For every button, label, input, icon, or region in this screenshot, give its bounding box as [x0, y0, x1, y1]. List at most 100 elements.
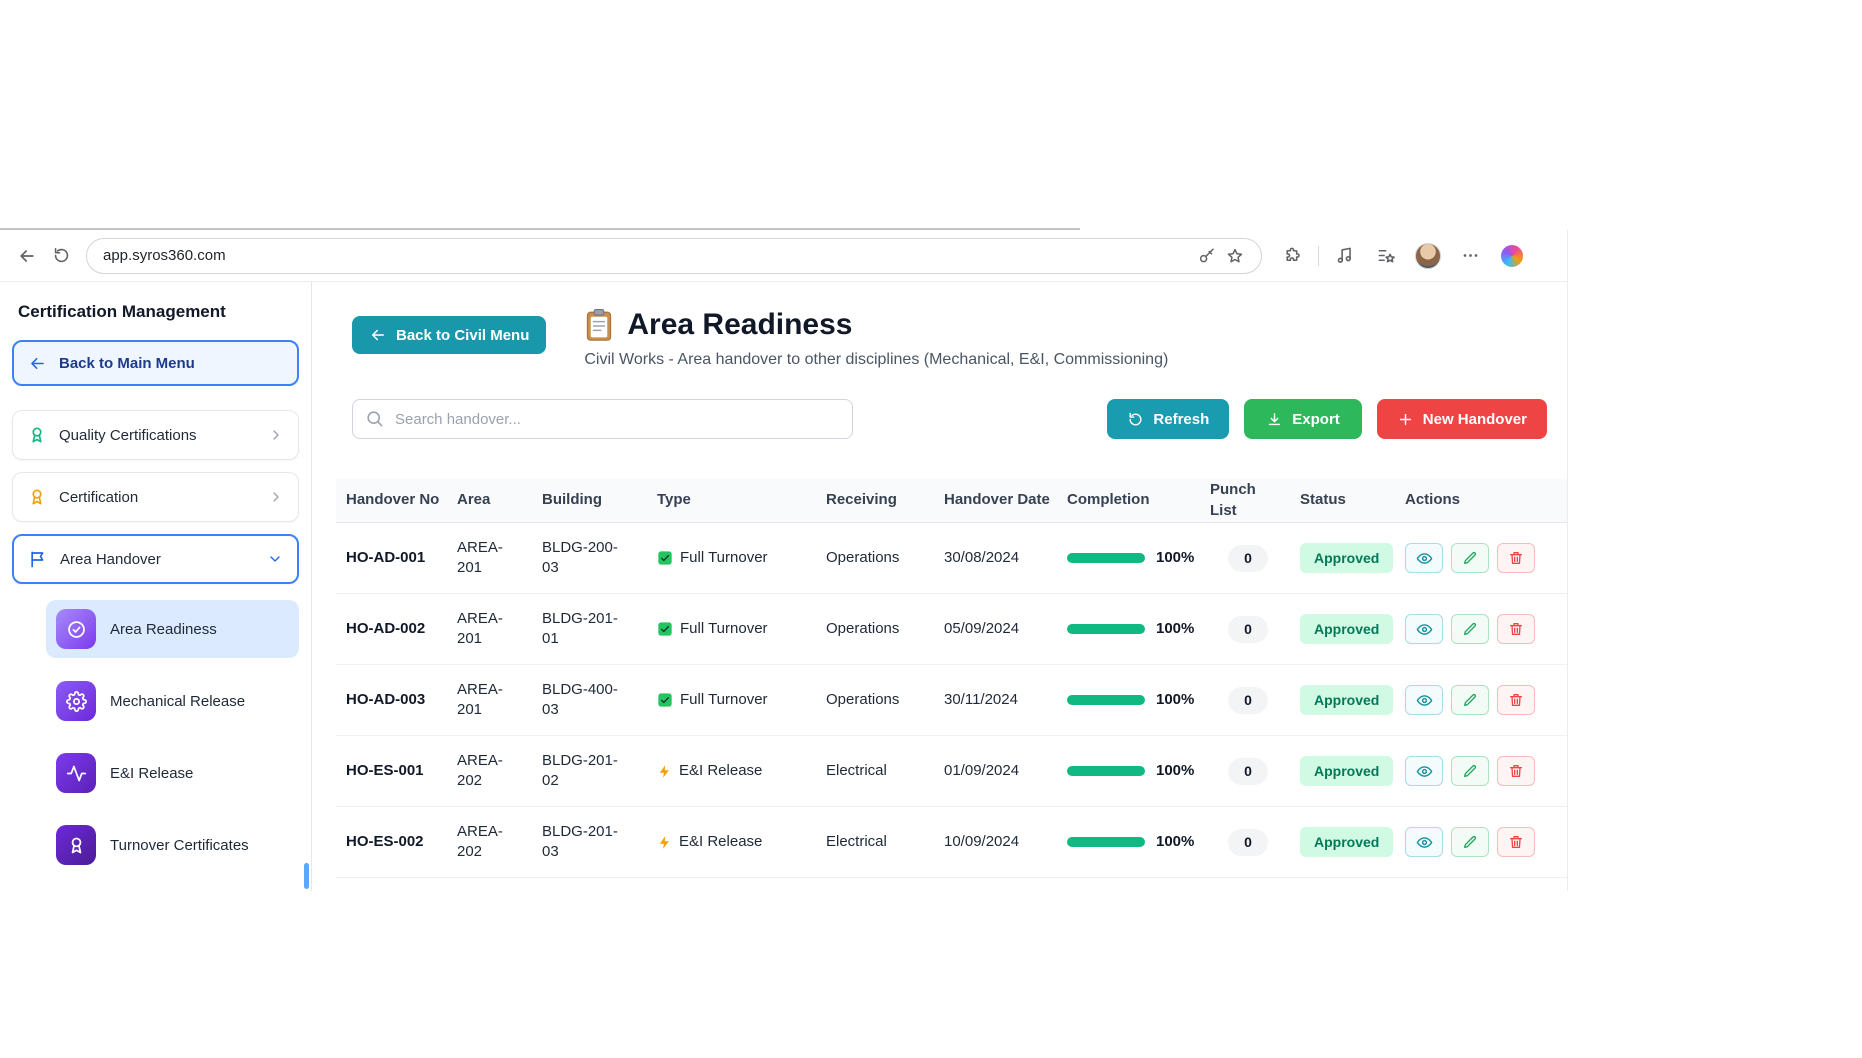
status-badge: Approved	[1300, 827, 1393, 858]
delete-button[interactable]	[1497, 614, 1535, 644]
handover-no: HO-ES-001	[336, 761, 449, 781]
back-to-main-menu-button[interactable]: Back to Main Menu	[12, 340, 299, 386]
area-cell: AREA-201	[449, 680, 509, 721]
password-key-button[interactable]	[1193, 242, 1221, 270]
trash-icon	[1508, 692, 1524, 708]
status-cell: Approved	[1292, 827, 1397, 858]
date-cell: 30/11/2024	[936, 690, 1059, 710]
status-cell: Approved	[1292, 685, 1397, 716]
refresh-button[interactable]: Refresh	[1107, 399, 1229, 439]
eye-icon	[1416, 834, 1433, 851]
sidebar-item-certification[interactable]: Certification	[12, 472, 299, 522]
view-button[interactable]	[1405, 756, 1443, 786]
table-row: HO-ES-002 AREA-202 BLDG-201-03 E&I Relea…	[336, 807, 1567, 878]
handover-no: HO-AD-003	[336, 690, 449, 710]
award-icon	[27, 425, 47, 445]
sidebar: Certification Management Back to Main Me…	[0, 282, 312, 891]
date-cell: 05/09/2024	[936, 619, 1059, 639]
edit-button[interactable]	[1451, 614, 1489, 644]
sidebar-scrollbar[interactable]	[304, 863, 309, 889]
edit-button[interactable]	[1451, 827, 1489, 857]
date-cell: 10/09/2024	[936, 832, 1059, 852]
sidebar-subitem-ei-release[interactable]: E&I Release	[46, 744, 299, 802]
check-square-icon	[657, 692, 673, 708]
copilot-button[interactable]	[1495, 239, 1529, 273]
col-type: Type	[649, 490, 818, 510]
arrow-left-icon	[17, 246, 37, 266]
pencil-icon	[1462, 621, 1478, 637]
edit-button[interactable]	[1451, 543, 1489, 573]
sidebar-item-label: Area Handover	[60, 551, 255, 568]
sidebar-item-quality-certifications[interactable]: Quality Certifications	[12, 410, 299, 460]
delete-button[interactable]	[1497, 543, 1535, 573]
view-button[interactable]	[1405, 614, 1443, 644]
completion-cell: 100%	[1059, 548, 1202, 568]
page-subtitle: Civil Works - Area handover to other dis…	[584, 351, 1168, 369]
delete-button[interactable]	[1497, 685, 1535, 715]
progress-bar	[1067, 837, 1145, 847]
browser-back-button[interactable]	[10, 239, 44, 273]
check-square-icon	[657, 550, 673, 566]
status-badge: Approved	[1300, 543, 1393, 574]
check-square-icon	[657, 621, 673, 637]
area-cell: AREA-202	[449, 751, 509, 792]
music-note-icon	[1335, 246, 1354, 265]
title-block: Area Readiness Civil Works - Area handov…	[584, 308, 1168, 369]
sidebar-subitem-turnover-certificates[interactable]: Turnover Certificates	[46, 816, 299, 874]
delete-button[interactable]	[1497, 756, 1535, 786]
completion-value: 100%	[1156, 619, 1194, 639]
page-title: Area Readiness	[627, 308, 852, 342]
sidebar-item-label: Certification	[59, 489, 256, 506]
completion-value: 100%	[1156, 548, 1194, 568]
chevron-down-icon	[267, 551, 283, 567]
view-button[interactable]	[1405, 685, 1443, 715]
check-circle-icon	[56, 609, 96, 649]
edit-button[interactable]	[1451, 685, 1489, 715]
download-icon	[1266, 411, 1283, 428]
type-label: E&I Release	[679, 832, 762, 852]
sidebar-item-area-handover[interactable]: Area Handover	[12, 534, 299, 584]
favorites-list-icon	[1377, 246, 1396, 265]
actions-cell	[1397, 614, 1567, 644]
date-cell: 30/08/2024	[936, 548, 1059, 568]
sidebar-subitem-area-readiness[interactable]: Area Readiness	[46, 600, 299, 658]
search-input[interactable]	[352, 399, 853, 439]
edit-button[interactable]	[1451, 756, 1489, 786]
award-icon	[27, 487, 47, 507]
action-buttons: Refresh Export New Handover	[1107, 399, 1547, 439]
url-text[interactable]: app.syros360.com	[103, 247, 1193, 264]
type-cell: Full Turnover	[649, 619, 818, 639]
view-button[interactable]	[1405, 827, 1443, 857]
back-to-main-menu-label: Back to Main Menu	[59, 355, 195, 372]
controls-bar: Refresh Export New Handover	[352, 399, 1567, 439]
punch-cell: 0	[1202, 758, 1292, 785]
address-bar[interactable]: app.syros360.com	[86, 238, 1262, 274]
browser-menu-button[interactable]	[1453, 239, 1487, 273]
profile-button[interactable]	[1411, 239, 1445, 273]
view-button[interactable]	[1405, 543, 1443, 573]
punch-cell: 0	[1202, 687, 1292, 714]
favorites-bar-button[interactable]	[1369, 239, 1403, 273]
sidebar-subitem-mechanical-release[interactable]: Mechanical Release	[46, 672, 299, 730]
progress-bar	[1067, 695, 1145, 705]
browser-essentials-button[interactable]	[1327, 239, 1361, 273]
handover-table: Handover No Area Building Type Receiving…	[336, 479, 1567, 878]
building-cell: BLDG-201-01	[534, 609, 626, 650]
status-cell: Approved	[1292, 614, 1397, 645]
area-cell: AREA-201	[449, 538, 509, 579]
export-button[interactable]: Export	[1244, 399, 1362, 439]
browser-refresh-button[interactable]	[44, 239, 78, 273]
delete-button[interactable]	[1497, 827, 1535, 857]
extensions-button[interactable]	[1276, 239, 1310, 273]
new-handover-button[interactable]: New Handover	[1377, 399, 1547, 439]
completion-cell: 100%	[1059, 832, 1202, 852]
favorite-star-button[interactable]	[1221, 242, 1249, 270]
col-area: Area	[449, 490, 534, 510]
punch-cell: 0	[1202, 616, 1292, 643]
clipboard-icon	[584, 308, 614, 342]
pencil-icon	[1462, 834, 1478, 850]
punch-cell: 0	[1202, 829, 1292, 856]
search-box	[352, 399, 853, 439]
gear-icon	[56, 681, 96, 721]
back-to-civil-menu-button[interactable]: Back to Civil Menu	[352, 316, 546, 354]
